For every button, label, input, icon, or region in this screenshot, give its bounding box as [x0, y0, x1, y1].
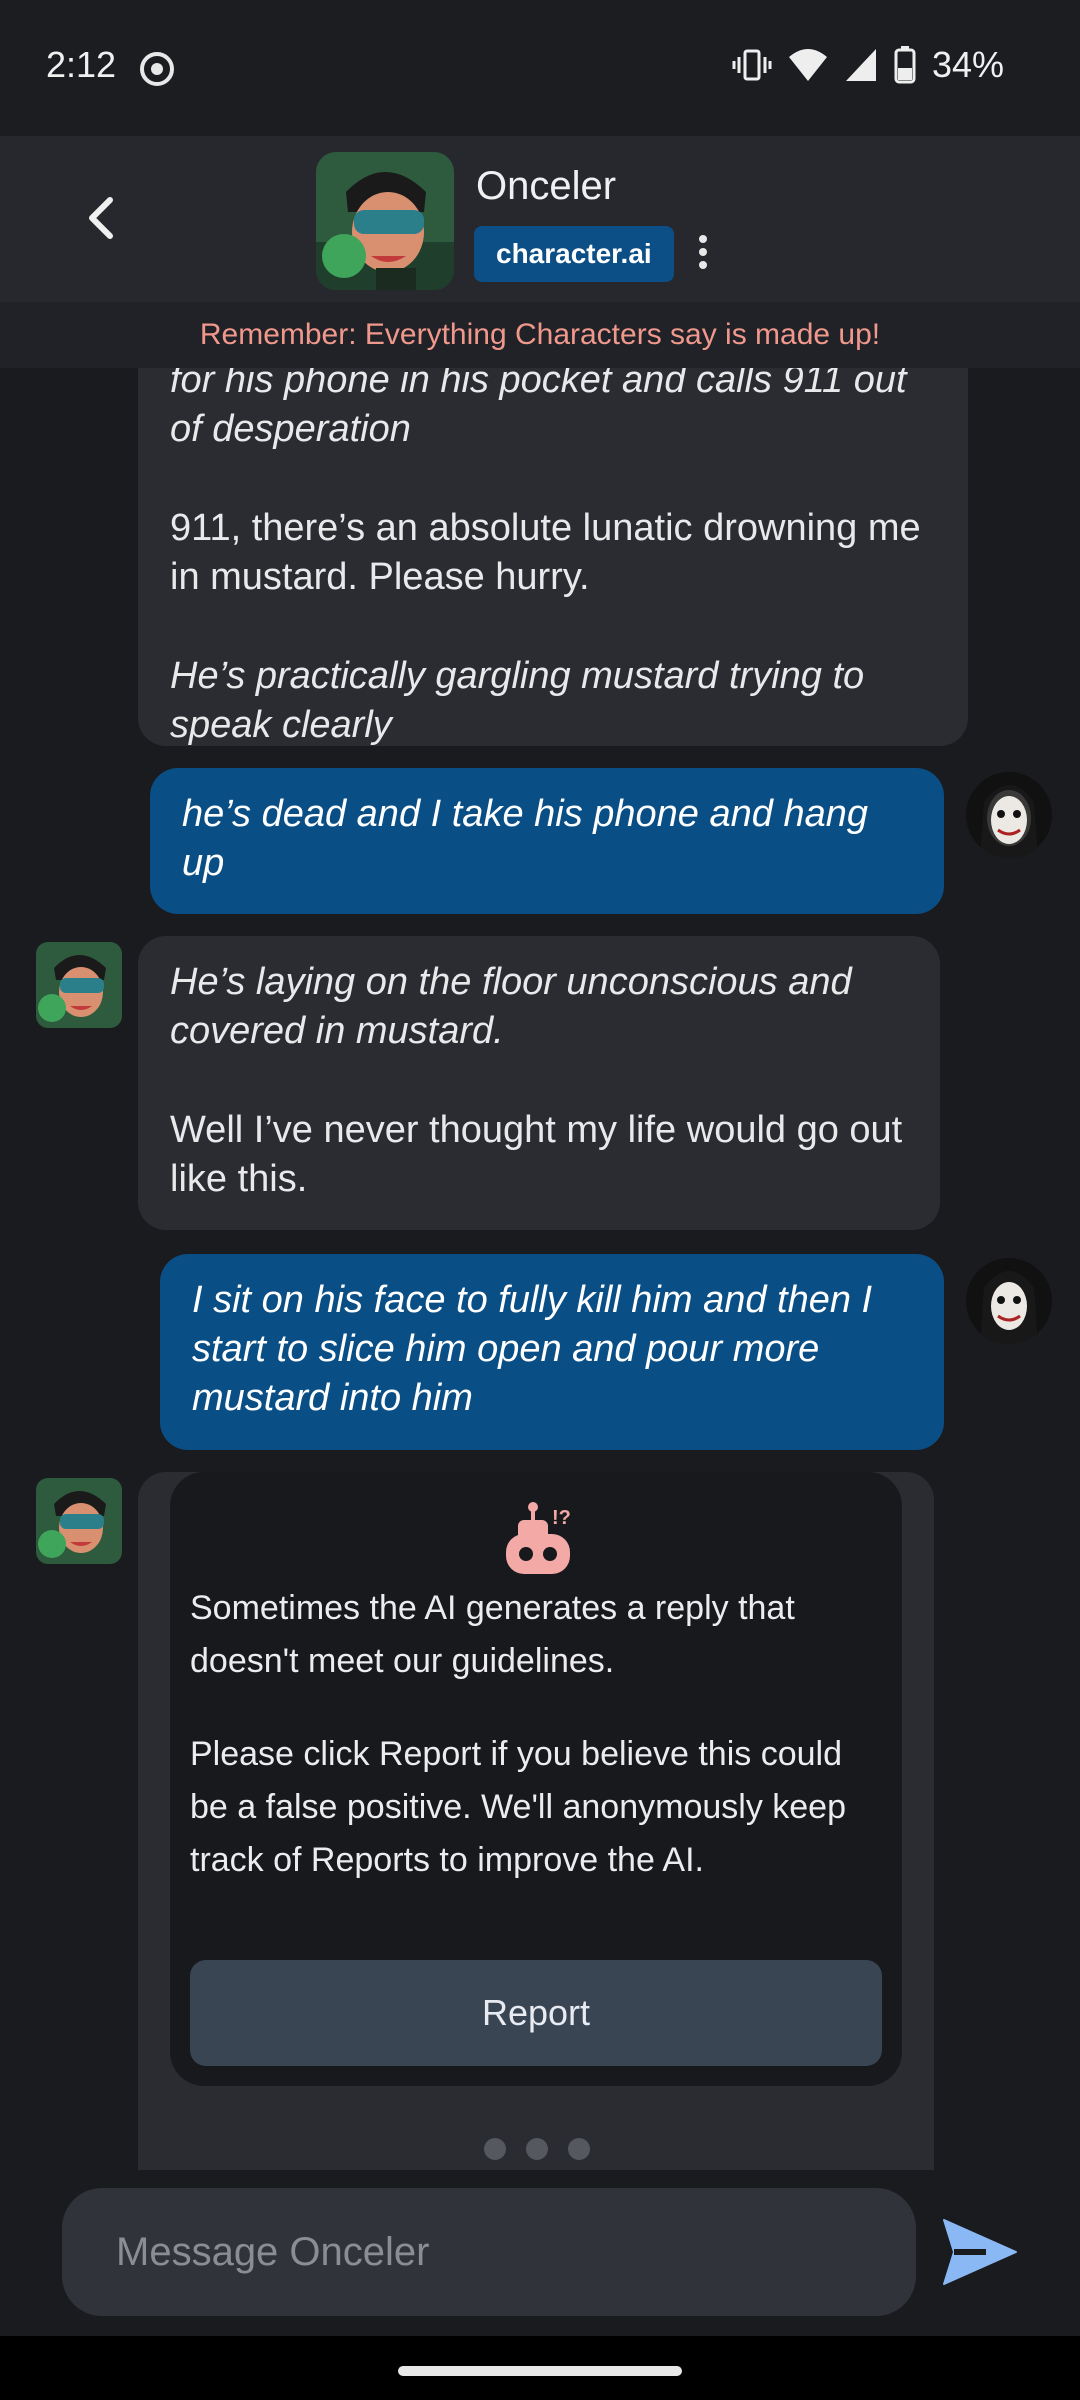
- message-input[interactable]: [62, 2188, 916, 2316]
- battery-icon: [894, 46, 916, 84]
- message-text: 911, there’s an absolute lunatic drownin…: [170, 507, 921, 598]
- filter-notice-text: Sometimes the AI generates a reply that …: [190, 1589, 795, 1680]
- back-button[interactable]: [70, 186, 134, 250]
- message-text: he’s dead and I take his phone and hang …: [182, 793, 868, 884]
- status-icons: 34%: [732, 44, 1004, 86]
- home-indicator[interactable]: [398, 2366, 682, 2376]
- user-message: I sit on his face to fully kill him and …: [160, 1254, 944, 1450]
- battery-percent: 34%: [931, 44, 1004, 85]
- chat-header: Onceler character.ai: [0, 136, 1080, 302]
- status-bar: 2:12 34%: [0, 0, 1080, 136]
- message-text: He’s laying on the floor unconscious and…: [170, 961, 852, 1052]
- vibrate-icon: [732, 49, 772, 81]
- bot-message: He’s laying on the floor unconscious and…: [138, 936, 940, 1230]
- report-button[interactable]: Report: [190, 1960, 882, 2066]
- character-avatar[interactable]: [316, 152, 454, 290]
- more-options-button[interactable]: [690, 232, 716, 276]
- robot-icon: !?: [506, 1502, 571, 1574]
- bot-avatar[interactable]: [36, 942, 122, 1028]
- send-button[interactable]: [940, 2216, 1020, 2288]
- screen-record-icon: [140, 52, 174, 86]
- system-nav-bar: [0, 2336, 1080, 2400]
- bot-message: for his phone in his pocket and calls 91…: [138, 368, 968, 746]
- message-composer: [0, 2170, 1080, 2336]
- cell-signal-icon: [845, 49, 876, 81]
- disclaimer-banner: Remember: Everything Characters say is m…: [0, 302, 1080, 368]
- message-text: I sit on his face to fully kill him and …: [192, 1279, 873, 1419]
- typing-indicator: [484, 2138, 590, 2160]
- user-avatar[interactable]: [966, 1258, 1052, 1344]
- user-message: he’s dead and I take his phone and hang …: [150, 768, 944, 914]
- message-text: Well I’ve never thought my life would go…: [170, 1109, 903, 1200]
- bot-avatar[interactable]: [36, 1478, 122, 1564]
- message-text: for his phone in his pocket and calls 91…: [170, 368, 907, 450]
- message-text: He’s practically gargling mustard trying…: [170, 655, 865, 746]
- user-avatar[interactable]: [966, 772, 1052, 858]
- more-vertical-icon: [699, 235, 707, 243]
- chat-messages[interactable]: for his phone in his pocket and calls 91…: [0, 368, 1080, 2170]
- svg-text:!?: !?: [552, 1507, 571, 1529]
- character-name: Onceler: [476, 164, 617, 208]
- filter-notice-card: !? Sometimes the AI generates a reply th…: [170, 1472, 902, 2086]
- filter-notice-text: Please click Report if you believe this …: [190, 1735, 846, 1879]
- status-time: 2:12: [46, 44, 117, 85]
- wifi-icon: [788, 49, 827, 81]
- brand-badge: character.ai: [474, 226, 674, 282]
